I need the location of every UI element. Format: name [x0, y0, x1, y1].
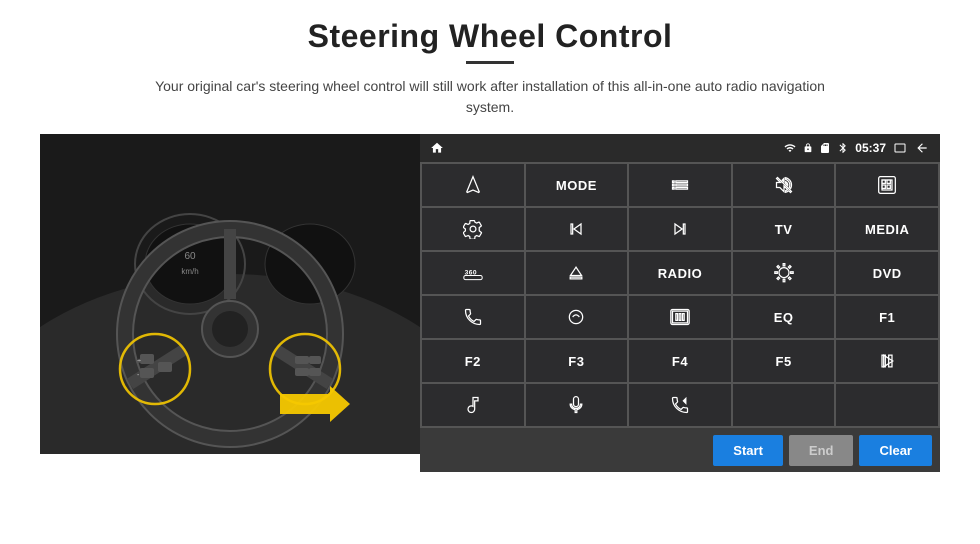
title-divider — [466, 61, 514, 64]
tv-btn[interactable]: TV — [733, 208, 835, 250]
end-button[interactable]: End — [789, 435, 854, 466]
sd-icon — [819, 141, 831, 155]
mode-btn[interactable]: MODE — [526, 164, 628, 206]
status-left — [430, 141, 444, 155]
mic-icon[interactable] — [526, 384, 628, 426]
360-icon[interactable]: 360 — [422, 252, 524, 294]
lock-status-icon — [803, 142, 813, 154]
clear-button[interactable]: Clear — [859, 435, 932, 466]
home-icon — [430, 141, 444, 155]
grid-container: MODE TVMEDIA 360 RADIO DVDEQF1 F2F3F4F5 — [420, 162, 940, 428]
prev-icon[interactable] — [526, 208, 628, 250]
volphone-icon[interactable] — [629, 384, 731, 426]
music-icon[interactable] — [422, 384, 524, 426]
f2-btn[interactable]: F2 — [422, 340, 524, 382]
page-wrapper: Steering Wheel Control Your original car… — [0, 0, 980, 544]
screen-icon[interactable] — [629, 296, 731, 338]
svg-text:+: + — [137, 358, 141, 365]
next-icon[interactable] — [629, 208, 731, 250]
subtitle: Your original car's steering wheel contr… — [150, 76, 830, 118]
brightness-icon[interactable] — [733, 252, 835, 294]
car-image: 60 km/h + - — [40, 134, 420, 454]
radio-btn[interactable]: RADIO — [629, 252, 731, 294]
svg-text:60: 60 — [184, 251, 196, 262]
start-button[interactable]: Start — [713, 435, 783, 466]
grid-icon[interactable] — [836, 164, 938, 206]
svg-text:km/h: km/h — [181, 267, 198, 276]
back-icon — [914, 141, 930, 155]
bluetooth-icon — [837, 141, 849, 155]
eject-icon[interactable] — [526, 252, 628, 294]
status-bar: 05:37 — [420, 134, 940, 162]
control-panel: 05:37 MODE TVMEDIA 360 RADIO DVDEQF1 F2F3F4F5… — [420, 134, 940, 472]
settings-icon[interactable] — [422, 208, 524, 250]
bottom-bar: Start End Clear — [420, 428, 940, 472]
navigate-icon[interactable] — [422, 164, 524, 206]
content-area: 60 km/h + - — [40, 134, 940, 472]
wifi-status-icon — [783, 142, 797, 154]
status-right: 05:37 — [783, 141, 930, 155]
media-btn[interactable]: MEDIA — [836, 208, 938, 250]
empty2[interactable] — [836, 384, 938, 426]
phone-icon[interactable] — [422, 296, 524, 338]
playpause-icon[interactable] — [836, 340, 938, 382]
f3-btn[interactable]: F3 — [526, 340, 628, 382]
f4-btn[interactable]: F4 — [629, 340, 731, 382]
empty1[interactable] — [733, 384, 835, 426]
status-time: 05:37 — [855, 141, 886, 155]
f1-btn[interactable]: F1 — [836, 296, 938, 338]
swipe-icon[interactable] — [526, 296, 628, 338]
eq-btn[interactable]: EQ — [733, 296, 835, 338]
f5-btn[interactable]: F5 — [733, 340, 835, 382]
page-title: Steering Wheel Control — [308, 18, 673, 55]
mirror-icon — [892, 142, 908, 154]
list-icon[interactable] — [629, 164, 731, 206]
dvd-btn[interactable]: DVD — [836, 252, 938, 294]
mute-icon[interactable] — [733, 164, 835, 206]
